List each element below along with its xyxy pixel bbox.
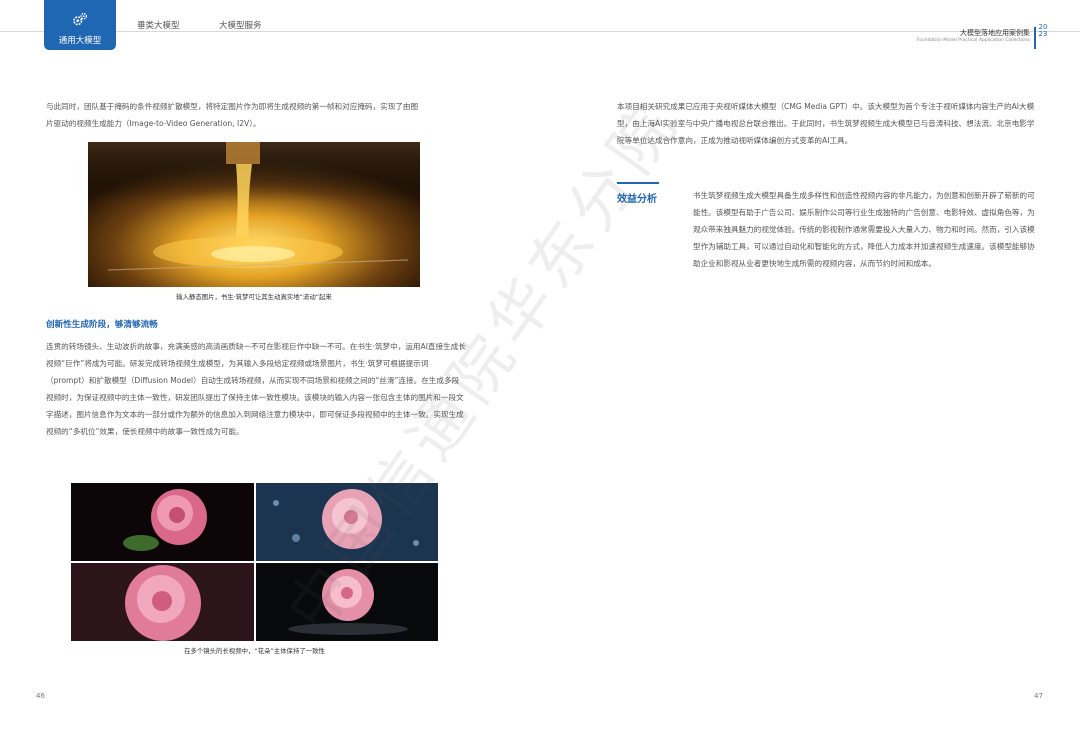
report-divider	[1034, 27, 1036, 49]
tab-vertical-model[interactable]: 垂类大模型	[137, 19, 180, 31]
page-number-right: 47	[1034, 692, 1043, 700]
tab-model-service[interactable]: 大模型服务	[219, 19, 262, 31]
report-year: 2023	[1038, 23, 1048, 38]
tab-label: 通用大模型	[58, 36, 102, 46]
page-number-left: 46	[36, 692, 45, 700]
report-subtitle: Foundation Model Practical Application C…	[916, 38, 1030, 43]
header-divider	[0, 31, 1080, 32]
left-intro-paragraph: 与此同时，团队基于掩码的条件视频扩散模型，将特定图片作为即将生成视频的第一帧和对…	[46, 102, 419, 128]
benefit-paragraph: 书生筑梦视频生成大模型具备生成多样性和创造性视频内容的非凡能力，为创意和创新开辟…	[693, 191, 1035, 268]
report-title: 大模型落地应用案例集	[960, 29, 1030, 37]
rose-photo-1	[71, 483, 254, 561]
tab-general-model[interactable]: 通用大模型	[44, 0, 116, 50]
gear-icon	[73, 12, 88, 26]
honey-photo	[88, 142, 420, 287]
roses-caption: 在多个镜头的长视频中，“花朵”主体保持了一致性	[184, 647, 325, 655]
rose-photo-3	[71, 563, 254, 641]
section-title: 创新性生成阶段，够清够流畅	[46, 320, 158, 330]
honey-caption: 输入静态图片，书生·筑梦可让其生动真实地“流动”起来	[176, 293, 332, 301]
